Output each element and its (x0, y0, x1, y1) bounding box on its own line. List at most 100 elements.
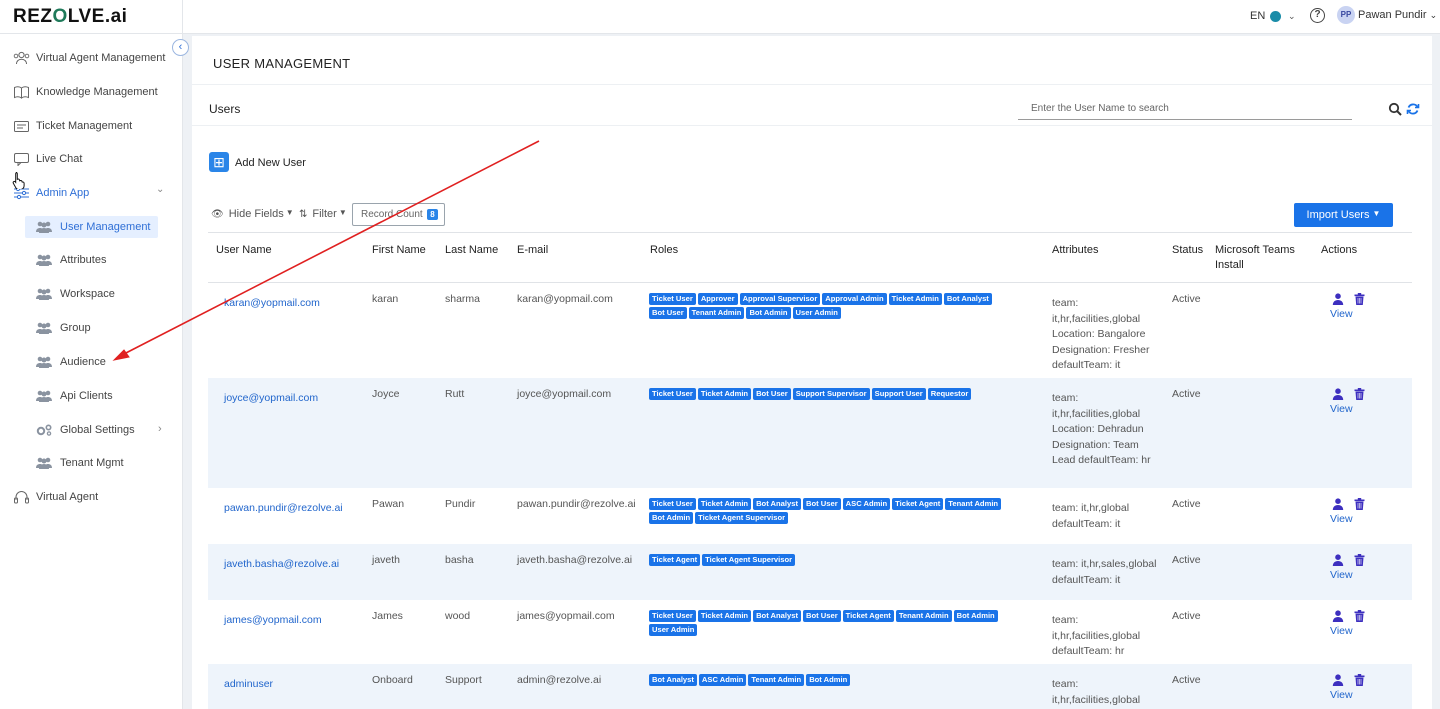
delete-icon[interactable] (1354, 498, 1365, 510)
attributes-cell: team: it,hr,sales,global defaultTeam: it (1052, 558, 1157, 586)
add-user-button[interactable]: ⊞ (209, 152, 229, 172)
search-input[interactable] (1018, 98, 1352, 120)
roles-list: Ticket User Approver Approval Supervisor Ap… (649, 293, 1019, 319)
sidebar-item-workspace[interactable]: Workspace (25, 283, 158, 305)
role-badge: Bot Analyst (753, 610, 801, 622)
attributes-cell: team: it,hr,facilities,global defaultTea… (1052, 678, 1141, 706)
column-header-teams-install[interactable]: Microsoft Teams Install (1215, 243, 1305, 273)
column-header-first-name[interactable]: First Name (372, 243, 426, 258)
delete-icon[interactable] (1354, 293, 1365, 305)
hide-fields-label: Hide Fields (228, 208, 284, 220)
help-icon[interactable]: ? (1310, 8, 1325, 23)
sidebar-item-user-management[interactable]: User Management (25, 216, 158, 238)
role-badge: ASC Admin (842, 498, 891, 510)
chevron-down-icon: ⌄ (1429, 10, 1438, 20)
group-icon (36, 254, 52, 266)
hide-fields-button[interactable]: 👁︎ Hide Fields ▼ (211, 208, 294, 221)
caret-down-icon: ▼ (1372, 209, 1381, 218)
role-badge: Support Supervisor (792, 388, 870, 400)
sub-item-label: Group (60, 322, 91, 334)
user-name-link[interactable]: javeth.basha@rezolve.ai (224, 557, 339, 573)
add-grid-icon: ⊞ (213, 154, 225, 170)
rezolve-logo[interactable]: REZOLVE.ai (13, 6, 127, 28)
refresh-icon[interactable] (1406, 102, 1420, 116)
email-cell: javeth.basha@rezolve.ai (517, 554, 633, 566)
view-link[interactable]: View (1330, 513, 1353, 525)
email-cell: admin@rezolve.ai (517, 674, 602, 686)
delete-icon[interactable] (1354, 610, 1365, 622)
avatar[interactable]: PP (1337, 6, 1355, 24)
user-name-link[interactable]: pawan.pundir@rezolve.ai (224, 501, 343, 517)
column-header-status[interactable]: Status (1172, 243, 1203, 258)
chevron-down-icon[interactable]: ⌄ (1288, 11, 1296, 22)
sort-filter-icon: ⇅ (299, 208, 308, 220)
column-header-email[interactable]: E-mail (517, 243, 548, 258)
view-link[interactable]: View (1330, 403, 1353, 415)
sidebar-item-live-chat[interactable]: Live Chat (13, 146, 82, 172)
view-link[interactable]: View (1330, 689, 1353, 701)
delete-icon[interactable] (1354, 674, 1365, 686)
first-name-cell: Joyce (372, 388, 400, 400)
sidebar-item-ticket-management[interactable]: Ticket Management (13, 113, 132, 139)
edit-user-icon[interactable] (1332, 610, 1344, 622)
sidebar-item-virtual-agent-management[interactable]: Virtual Agent Management (13, 45, 165, 71)
edit-user-icon[interactable] (1332, 554, 1344, 566)
edit-user-icon[interactable] (1332, 498, 1344, 510)
user-name-link[interactable]: joyce@yopmail.com (224, 391, 318, 407)
view-link[interactable]: View (1330, 569, 1353, 581)
view-link[interactable]: View (1330, 625, 1353, 637)
table-row: adminuser Onboard Support admin@rezolve.ai B… (208, 664, 1412, 709)
language-label[interactable]: EN (1250, 10, 1265, 22)
globe-icon[interactable] (1270, 11, 1281, 22)
sidebar-item-admin-app[interactable]: Admin App ⌄ (13, 180, 170, 206)
role-badge: Ticket Agent (892, 498, 944, 510)
edit-user-icon[interactable] (1332, 674, 1344, 686)
chat-icon (14, 153, 29, 166)
column-header-last-name[interactable]: Last Name (445, 243, 498, 258)
role-badge: Tenant Admin (945, 498, 1002, 510)
status-cell: Active (1172, 293, 1201, 305)
main-panel: USER MANAGEMENT Users ⊞ Add New User 👁︎ … (192, 36, 1432, 709)
collapse-sidebar-button[interactable]: ‹ (172, 39, 189, 56)
add-user-label[interactable]: Add New User (235, 157, 306, 169)
role-badge: Bot Analyst (753, 498, 801, 510)
table-header: User Name First Name Last Name E-mail Ro… (208, 232, 1412, 283)
import-users-button[interactable]: Import Users ▼ (1294, 203, 1393, 227)
column-header-attributes[interactable]: Attributes (1052, 243, 1098, 258)
sidebar-item-virtual-agent[interactable]: Virtual Agent (13, 484, 98, 510)
user-name-link[interactable]: karan@yopmail.com (224, 296, 320, 312)
role-badge: Bot User (753, 388, 791, 400)
view-link[interactable]: View (1330, 308, 1353, 320)
user-menu[interactable]: Pawan Pundir ⌄ (1358, 9, 1437, 21)
chevron-right-icon[interactable]: › (158, 423, 162, 435)
attributes-cell: team: it,hr,facilities,global Location: … (1052, 297, 1150, 372)
role-badge: Approval Admin (822, 293, 887, 305)
user-name-link[interactable]: james@yopmail.com (224, 613, 322, 629)
role-badge: Bot User (803, 610, 841, 622)
attributes-cell: team: it,hr,global defaultTeam: it (1052, 502, 1130, 530)
search-icon[interactable] (1388, 102, 1402, 116)
sidebar-item-group[interactable]: Group (25, 317, 158, 339)
column-header-roles[interactable]: Roles (650, 243, 678, 258)
filter-button[interactable]: ⇅ Filter ▼ (299, 208, 347, 221)
sidebar-item-tenant-mgmt[interactable]: Tenant Mgmt (25, 452, 158, 474)
column-header-user-name[interactable]: User Name (216, 243, 272, 258)
role-badge: Bot User (803, 498, 841, 510)
table-row: karan@yopmail.com karan sharma karan@yopmai… (208, 283, 1412, 378)
sidebar-item-knowledge-management[interactable]: Knowledge Management (13, 79, 158, 105)
user-name-link[interactable]: adminuser (224, 677, 273, 693)
sidebar-item-global-settings[interactable]: Global Settings (25, 419, 158, 441)
roles-list: Ticket User Ticket Admin Bot User Support S… (649, 388, 1019, 400)
sidebar-item-attributes[interactable]: Attributes (25, 249, 158, 271)
sidebar-item-audience[interactable]: Audience (25, 351, 158, 373)
sidebar-item-api-clients[interactable]: Api Clients (25, 385, 158, 407)
gears-icon (36, 424, 52, 436)
edit-user-icon[interactable] (1332, 388, 1344, 400)
role-badge: Ticket Admin (888, 293, 942, 305)
chevron-down-icon: ⌄ (156, 184, 165, 195)
first-name-cell: Onboard (372, 674, 413, 686)
edit-user-icon[interactable] (1332, 293, 1344, 305)
delete-icon[interactable] (1354, 554, 1365, 566)
delete-icon[interactable] (1354, 388, 1365, 400)
filter-label: Filter (312, 208, 337, 220)
